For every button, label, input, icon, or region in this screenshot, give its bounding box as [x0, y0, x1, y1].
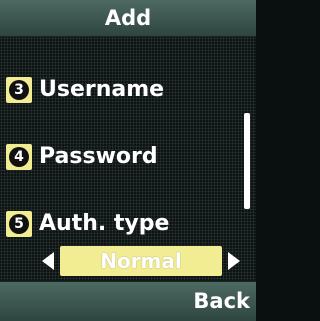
- list-item-username[interactable]: 3 Username: [6, 75, 238, 105]
- number-3-icon: 3: [9, 80, 29, 100]
- arrow-left-icon[interactable]: [42, 252, 54, 270]
- item-label-auth-type: Auth. type: [39, 211, 170, 236]
- list-item-auth-type[interactable]: 5 Auth. type: [6, 209, 238, 239]
- auth-type-value[interactable]: Normal: [60, 246, 222, 276]
- back-button[interactable]: Back: [193, 282, 250, 321]
- number-badge: 4: [6, 144, 32, 170]
- settings-list: 3 Username 4 Password 5 Auth. type: [0, 37, 256, 281]
- number-4-icon: 4: [9, 147, 29, 167]
- item-label-username: Username: [39, 77, 165, 102]
- arrow-right-icon[interactable]: [228, 252, 240, 270]
- auth-type-selector[interactable]: Normal: [38, 246, 244, 276]
- list-item-password[interactable]: 4 Password: [6, 142, 238, 172]
- softkey-bar: Back: [0, 281, 256, 321]
- number-badge: 3: [6, 77, 32, 103]
- number-5-icon: 5: [9, 214, 29, 234]
- page-title: Add: [104, 6, 152, 30]
- number-badge: 5: [6, 211, 32, 237]
- scrollbar[interactable]: [244, 113, 250, 209]
- title-bar: Add: [0, 0, 256, 37]
- item-label-password: Password: [39, 144, 158, 169]
- screen: Add 3 Username 4 Password 5 Auth. type N…: [0, 0, 256, 321]
